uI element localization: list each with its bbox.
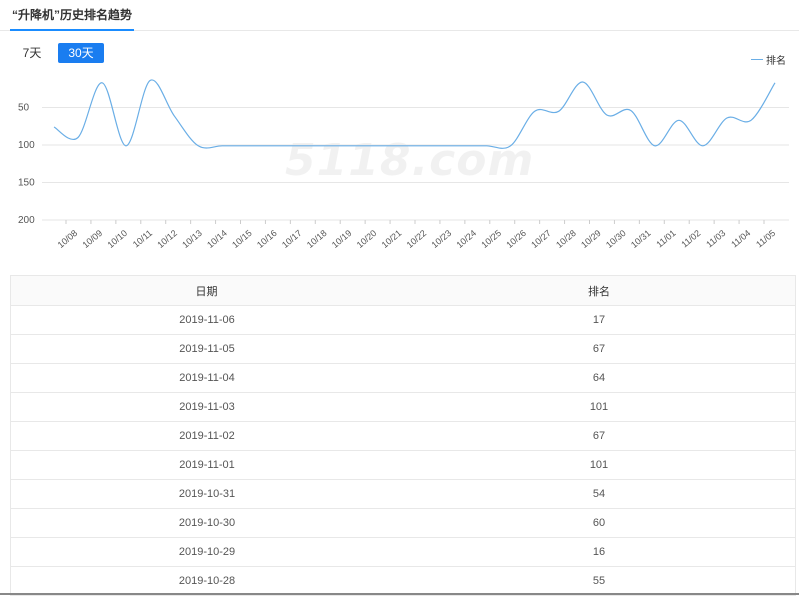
table-row: 2019-11-0464: [11, 364, 795, 393]
cell-date: 2019-11-05: [11, 335, 403, 364]
cell-rank: 64: [403, 364, 795, 393]
cell-date: 2019-10-30: [11, 509, 403, 538]
table-row: 2019-11-0567: [11, 335, 795, 364]
x-tick-label: 10/27: [529, 228, 553, 250]
x-tick-label: 10/30: [604, 228, 628, 250]
rank-table: 日期 排名 2019-11-0617 2019-11-0567 2019-11-…: [11, 276, 795, 596]
table-header-row: 日期 排名: [11, 276, 795, 306]
x-tick-label: 10/11: [131, 228, 154, 250]
chart-legend[interactable]: 排名: [751, 52, 786, 67]
cell-date: 2019-11-03: [11, 393, 403, 422]
header-date: 日期: [11, 276, 403, 306]
x-tick-label: 10/20: [355, 228, 379, 250]
x-tick-label: 10/12: [155, 228, 179, 250]
x-tick-label: 10/19: [330, 228, 354, 250]
x-tick-label: 10/09: [81, 228, 105, 250]
x-tick-label: 10/13: [180, 228, 204, 250]
x-tick-label: 10/15: [230, 228, 254, 250]
cell-date: 2019-10-31: [11, 480, 403, 509]
cell-date: 2019-10-28: [11, 567, 403, 596]
table-row: 2019-10-3060: [11, 509, 795, 538]
legend-label: 排名: [766, 52, 786, 67]
cell-rank: 60: [403, 509, 795, 538]
cell-rank: 67: [403, 335, 795, 364]
range-30-days-button[interactable]: 30天: [58, 43, 104, 63]
rank-trend-chart: 5010015020010/0810/0910/1010/1110/1210/1…: [0, 70, 799, 270]
y-tick-label: 150: [18, 178, 35, 189]
x-tick-label: 10/18: [305, 228, 329, 250]
x-tick-label: 10/21: [380, 228, 404, 250]
x-tick-label: 10/23: [430, 228, 454, 250]
table-row: 2019-11-0617: [11, 306, 795, 335]
table-row: 2019-11-03101: [11, 393, 795, 422]
range-7-days-button[interactable]: 7天: [18, 43, 46, 63]
cell-date: 2019-11-04: [11, 364, 403, 393]
x-tick-label: 11/03: [704, 228, 727, 250]
cell-rank: 101: [403, 393, 795, 422]
x-tick-label: 10/17: [280, 228, 304, 250]
y-tick-label: 200: [18, 215, 35, 226]
x-tick-label: 10/26: [504, 228, 528, 250]
x-tick-label: 11/02: [679, 228, 702, 250]
tab-history-rank-trend[interactable]: “升降机”历史排名趋势: [10, 0, 134, 31]
x-tick-label: 10/25: [479, 228, 503, 250]
cell-rank: 67: [403, 422, 795, 451]
y-tick-label: 100: [18, 140, 35, 151]
cell-rank: 16: [403, 538, 795, 567]
tab-bar: “升降机”历史排名趋势: [0, 0, 799, 31]
x-tick-label: 10/28: [554, 228, 578, 250]
x-tick-label: 10/22: [405, 228, 429, 250]
x-tick-label: 10/29: [579, 228, 603, 250]
series-line-rank: [54, 80, 775, 148]
x-tick-label: 10/16: [255, 228, 279, 250]
cell-date: 2019-11-01: [11, 451, 403, 480]
x-tick-label: 11/01: [654, 228, 677, 250]
y-tick-label: 50: [18, 103, 30, 114]
x-tick-label: 10/24: [454, 228, 478, 250]
x-tick-label: 10/31: [629, 228, 653, 250]
cell-date: 2019-11-06: [11, 306, 403, 335]
cell-date: 2019-11-02: [11, 422, 403, 451]
cell-date: 2019-10-29: [11, 538, 403, 567]
legend-line-marker: [751, 59, 763, 60]
table-row: 2019-10-3154: [11, 480, 795, 509]
table-row: 2019-11-0267: [11, 422, 795, 451]
rank-history-table: 日期 排名 2019-11-0617 2019-11-0567 2019-11-…: [10, 275, 796, 596]
x-tick-label: 11/05: [754, 228, 777, 250]
x-tick-label: 10/08: [56, 228, 80, 250]
table-row: 2019-10-2916: [11, 538, 795, 567]
header-rank: 排名: [403, 276, 795, 306]
cell-rank: 17: [403, 306, 795, 335]
x-tick-label: 10/10: [105, 228, 129, 250]
table-row: 2019-11-01101: [11, 451, 795, 480]
cell-rank: 55: [403, 567, 795, 596]
cell-rank: 101: [403, 451, 795, 480]
table-row: 2019-10-2855: [11, 567, 795, 596]
cell-rank: 54: [403, 480, 795, 509]
x-tick-label: 11/04: [729, 228, 752, 250]
x-tick-label: 10/14: [205, 228, 229, 250]
